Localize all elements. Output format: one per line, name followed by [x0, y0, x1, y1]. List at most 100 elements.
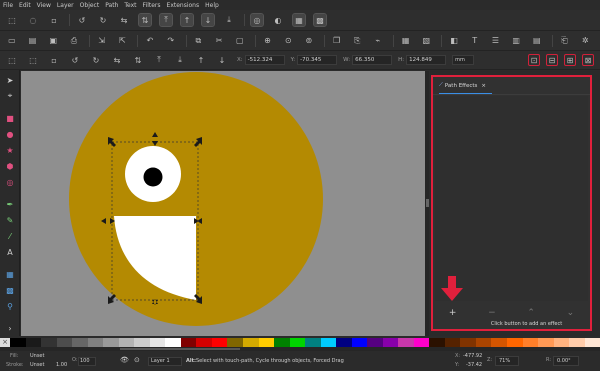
star-tool-icon[interactable]: ★ — [4, 144, 16, 156]
menu-help[interactable]: Help — [205, 2, 219, 9]
fill-stroke-icon[interactable]: ◧ — [448, 35, 460, 47]
menu-layer[interactable]: Layer — [57, 2, 74, 9]
gradient-tool-icon[interactable]: ▦ — [4, 268, 16, 280]
swatch[interactable] — [584, 338, 600, 347]
layer-visibility-icon[interactable]: 👁 — [120, 356, 129, 364]
swatch[interactable] — [460, 338, 476, 347]
ellipse-tool-icon[interactable]: ● — [4, 128, 16, 140]
layers-icon[interactable]: ☰ — [490, 35, 502, 47]
document-properties-icon[interactable]: ⎗ — [559, 35, 571, 47]
scale-corners-icon[interactable]: ◐ — [272, 14, 284, 26]
raise-one-icon[interactable]: ↑ — [195, 54, 207, 66]
stroke-value[interactable]: Unset — [30, 362, 44, 368]
dropper-tool-icon[interactable]: ⚲ — [4, 300, 16, 312]
move-gradients-icon[interactable]: ▦ — [292, 13, 306, 27]
opacity-input[interactable]: 100 — [78, 357, 96, 366]
deselect-all-icon[interactable]: ▫ — [48, 54, 60, 66]
h-input[interactable]: 124.849 — [406, 55, 447, 65]
redo-icon[interactable]: ↷ — [165, 35, 177, 47]
menu-extensions[interactable]: Extensions — [167, 2, 200, 9]
transform-gradient-icon[interactable]: ⊞ — [564, 54, 576, 66]
transform-stroke-icon[interactable]: ⊡ — [528, 54, 540, 66]
swatch[interactable] — [320, 338, 337, 347]
hscroll-thumb[interactable] — [120, 348, 240, 350]
swatch[interactable] — [553, 338, 570, 347]
preferences-icon[interactable]: ✲ — [579, 35, 591, 47]
flip-vertical-icon[interactable]: ⇅ — [138, 13, 152, 27]
swatch[interactable] — [413, 338, 430, 347]
flip-h-icon[interactable]: ⇆ — [111, 54, 123, 66]
paste-icon[interactable]: ▢ — [234, 35, 246, 47]
selector-tool-icon[interactable]: ➤ — [4, 74, 16, 86]
swatch[interactable] — [41, 338, 57, 347]
vertical-scrollbar[interactable] — [425, 71, 429, 336]
y-input[interactable]: -70.345 — [297, 55, 338, 65]
rectangle-tool-icon[interactable]: ■ — [4, 112, 16, 124]
swatch[interactable] — [274, 338, 290, 347]
lower-one-icon[interactable]: ↓ — [216, 54, 228, 66]
zoom-input[interactable]: 71% — [495, 356, 519, 366]
zoom-selection-icon[interactable]: ⊕ — [262, 35, 274, 47]
swatch[interactable] — [382, 338, 399, 347]
unlink-clone-icon[interactable]: ⌁ — [372, 35, 384, 47]
flip-horizontal-icon[interactable]: ⇆ — [118, 14, 130, 26]
swatch[interactable] — [56, 338, 73, 347]
no-paint-swatch[interactable]: × — [0, 338, 10, 347]
raise-icon[interactable]: ↑ — [180, 13, 194, 27]
transform-pattern-icon[interactable]: ⊠ — [582, 54, 594, 66]
swatch[interactable] — [118, 338, 135, 347]
expand-toolbox-icon[interactable]: › — [4, 322, 16, 334]
move-patterns-icon[interactable]: ▩ — [313, 13, 327, 27]
swatch[interactable] — [351, 338, 368, 347]
swatch[interactable] — [491, 338, 507, 347]
layer-select[interactable]: Layer 1 — [148, 357, 182, 366]
swatch[interactable] — [398, 338, 414, 347]
fill-value[interactable]: Unset — [30, 353, 44, 359]
menu-filters[interactable]: Filters — [143, 2, 161, 9]
print-icon[interactable]: ⎙ — [68, 35, 80, 47]
swatch[interactable] — [475, 338, 492, 347]
swatch[interactable] — [180, 338, 197, 347]
3d-box-tool-icon[interactable]: ⬢ — [4, 160, 16, 172]
rotate-90-cw-icon[interactable]: ↻ — [90, 54, 102, 66]
select-all-layers-icon[interactable]: ◌ — [27, 14, 39, 26]
swatch[interactable] — [242, 338, 259, 347]
transform-corners-icon[interactable]: ⊟ — [546, 54, 558, 66]
swatch[interactable] — [336, 338, 352, 347]
rotate-90-ccw-icon[interactable]: ↺ — [69, 54, 81, 66]
raise-top-icon[interactable]: ⤒ — [153, 54, 165, 66]
menu-file[interactable]: File — [3, 2, 13, 9]
x-input[interactable]: -512.324 — [244, 55, 285, 65]
pencil-tool-icon[interactable]: ✎ — [4, 214, 16, 226]
swatch[interactable] — [103, 338, 119, 347]
select-in-all-layers-icon[interactable]: ⬚ — [27, 54, 39, 66]
save-icon[interactable]: ▣ — [47, 35, 59, 47]
drawing-canvas[interactable] — [21, 71, 425, 336]
pen-tool-icon[interactable]: ✒ — [4, 198, 16, 210]
group-icon[interactable]: ▦ — [400, 35, 412, 47]
rotate-ccw-icon[interactable]: ↺ — [76, 14, 88, 26]
swatch[interactable] — [72, 338, 88, 347]
duplicate-icon[interactable]: ❐ — [331, 35, 343, 47]
swatch[interactable] — [165, 338, 181, 347]
swatch[interactable] — [367, 338, 383, 347]
swatch[interactable] — [305, 338, 321, 347]
swatch[interactable] — [569, 338, 585, 347]
swatch[interactable] — [134, 338, 150, 347]
menu-object[interactable]: Object — [80, 2, 100, 9]
rotate-cw-icon[interactable]: ↻ — [97, 14, 109, 26]
swatch[interactable] — [87, 338, 104, 347]
text-font-icon[interactable]: T — [469, 35, 481, 47]
align-distribute-icon[interactable]: ▤ — [531, 35, 543, 47]
scroll-thumb[interactable] — [425, 199, 429, 207]
import-icon[interactable]: ⇲ — [96, 35, 108, 47]
rotation-input[interactable]: 0.00° — [553, 356, 579, 366]
swatch[interactable] — [149, 338, 166, 347]
select-all-objects-icon[interactable]: ⬚ — [6, 54, 18, 66]
menu-edit[interactable]: Edit — [19, 2, 31, 9]
eye-pupil[interactable] — [143, 167, 163, 187]
scale-stroke-icon[interactable]: ◎ — [250, 13, 264, 27]
flip-v-icon[interactable]: ⇅ — [132, 54, 144, 66]
layer-lock-icon[interactable]: ⊙ — [134, 356, 140, 364]
zoom-page-icon[interactable]: ⊚ — [303, 35, 315, 47]
